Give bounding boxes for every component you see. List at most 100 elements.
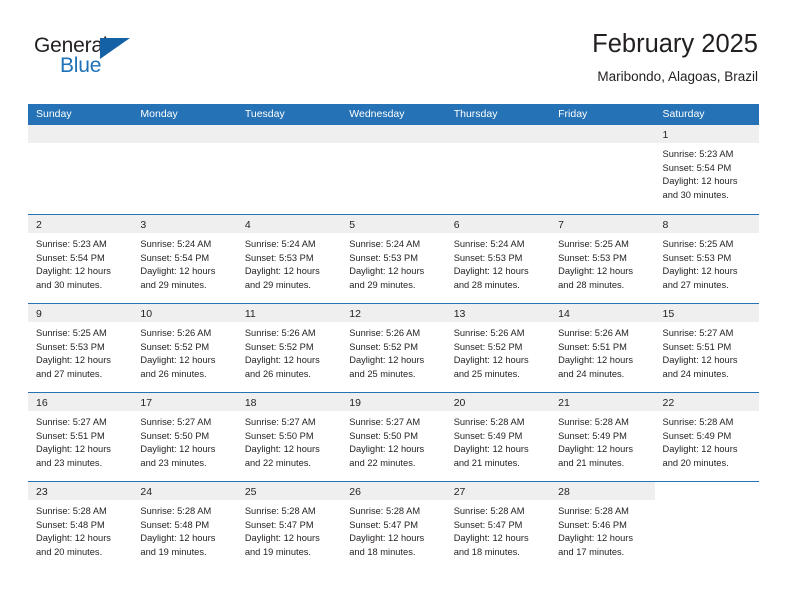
sunset-text: Sunset: 5:46 PM	[558, 519, 627, 530]
day-cell-2[interactable]: 2 Sunrise: 5:23 AM Sunset: 5:54 PM Daylight…	[28, 215, 133, 303]
day-number-band: 11	[236, 304, 342, 322]
sunrise-text: Sunrise: 5:28 AM	[36, 506, 107, 516]
daylight-text: Daylight: 12 hours	[453, 355, 529, 366]
sunrise-text: Sunrise: 5:25 AM	[662, 239, 734, 249]
day-details: Sunrise: 5:26 AM Sunset: 5:52 PM Daylight:…	[132, 322, 236, 381]
day-number-band	[236, 125, 342, 143]
sunrise-text: Sunrise: 5:28 AM	[662, 417, 734, 427]
day-cell-10[interactable]: 10 Sunrise: 5:26 AM Sunset: 5:52 PM Dayligh…	[132, 304, 237, 392]
day-details: Sunrise: 5:27 AM Sunset: 5:51 PM Daylight:…	[655, 322, 759, 381]
day-cell-empty	[132, 125, 237, 214]
sunset-text: Sunset: 5:53 PM	[349, 252, 418, 263]
day-details: Sunrise: 5:25 AM Sunset: 5:53 PM Daylight:…	[28, 322, 132, 381]
day-cell-3[interactable]: 3 Sunrise: 5:24 AM Sunset: 5:54 PM Daylight…	[132, 215, 237, 303]
day-number: 20	[453, 397, 466, 409]
sunset-text: Sunset: 5:49 PM	[453, 430, 523, 441]
daylight-text-cont: and 29 minutes.	[349, 279, 416, 290]
sunset-text: Sunset: 5:50 PM	[140, 430, 210, 441]
daylight-text-cont: and 17 minutes.	[558, 546, 625, 557]
page-title: February 2025	[592, 30, 758, 58]
day-number-band	[550, 125, 655, 143]
day-number-band: 20	[445, 393, 551, 411]
day-cell-4[interactable]: 4 Sunrise: 5:24 AM Sunset: 5:53 PM Daylight…	[236, 215, 342, 303]
daylight-text-cont: and 22 minutes.	[349, 457, 416, 468]
day-number-band: 14	[550, 304, 655, 322]
daylight-text: Daylight: 12 hours	[244, 266, 320, 277]
day-cell-15[interactable]: 15 Sunrise: 5:27 AM Sunset: 5:51 PM Dayligh…	[654, 304, 759, 392]
day-cell-28[interactable]: 28 Sunrise: 5:28 AM Sunset: 5:46 PM Dayligh…	[550, 482, 655, 570]
calendar-grid: Sunday Monday Tuesday Wednesday Thursday Frid…	[28, 104, 759, 570]
daylight-text: Daylight: 12 hours	[349, 444, 425, 455]
sunrise-text: Sunrise: 5:27 AM	[662, 328, 734, 338]
day-number: 16	[36, 397, 48, 409]
sunrise-text: Sunrise: 5:28 AM	[140, 506, 212, 516]
daylight-text-cont: and 25 minutes.	[349, 368, 416, 379]
day-number-band: 16	[28, 393, 133, 411]
sunset-text: Sunset: 5:47 PM	[244, 519, 314, 530]
daylight-text: Daylight: 12 hours	[36, 355, 111, 366]
day-cell-7[interactable]: 7 Sunrise: 5:25 AM Sunset: 5:53 PM Daylight…	[550, 215, 655, 303]
day-cell-18[interactable]: 18 Sunrise: 5:27 AM Sunset: 5:50 PM Dayligh…	[236, 393, 342, 481]
day-cell-empty	[236, 125, 342, 214]
day-cell-24[interactable]: 24 Sunrise: 5:28 AM Sunset: 5:48 PM Dayligh…	[132, 482, 237, 570]
day-cell-14[interactable]: 14 Sunrise: 5:26 AM Sunset: 5:51 PM Dayligh…	[550, 304, 655, 392]
sunset-text: Sunset: 5:51 PM	[36, 430, 105, 441]
day-cell-8[interactable]: 8 Sunrise: 5:25 AM Sunset: 5:53 PM Daylight…	[654, 215, 759, 303]
day-cell-22[interactable]: 22 Sunrise: 5:28 AM Sunset: 5:49 PM Dayligh…	[654, 393, 759, 481]
day-cell-13[interactable]: 13 Sunrise: 5:26 AM Sunset: 5:52 PM Dayligh…	[445, 304, 551, 392]
day-number-band: 1	[654, 125, 759, 143]
daylight-text: Daylight: 12 hours	[662, 355, 738, 366]
sunset-text: Sunset: 5:54 PM	[36, 252, 105, 263]
day-cell-1[interactable]: 1 Sunrise: 5:23 AM Sunset: 5:54 PM Daylight…	[654, 125, 759, 214]
day-number-band: 24	[132, 482, 237, 500]
day-number-band: 22	[654, 393, 759, 411]
daylight-text: Daylight: 12 hours	[244, 355, 320, 366]
general-blue-logo[interactable]: General Blue	[34, 34, 154, 86]
daylight-text-cont: and 23 minutes.	[140, 457, 207, 468]
day-cell-26[interactable]: 26 Sunrise: 5:28 AM Sunset: 5:47 PM Dayligh…	[341, 482, 446, 570]
day-cell-17[interactable]: 17 Sunrise: 5:27 AM Sunset: 5:50 PM Dayligh…	[132, 393, 237, 481]
day-number: 14	[558, 308, 570, 320]
daylight-text: Daylight: 12 hours	[349, 355, 425, 366]
daylight-text-cont: and 25 minutes.	[453, 368, 520, 379]
sunrise-text: Sunrise: 5:26 AM	[244, 328, 316, 338]
day-details: Sunrise: 5:24 AM Sunset: 5:54 PM Daylight:…	[132, 233, 236, 292]
daylight-text-cont: and 21 minutes.	[453, 457, 520, 468]
day-details: Sunrise: 5:28 AM Sunset: 5:49 PM Daylight:…	[655, 411, 759, 470]
day-number-band: 7	[550, 215, 655, 233]
sunrise-text: Sunrise: 5:27 AM	[36, 417, 107, 427]
sunset-text: Sunset: 5:49 PM	[558, 430, 627, 441]
day-cell-20[interactable]: 20 Sunrise: 5:28 AM Sunset: 5:49 PM Dayligh…	[445, 393, 551, 481]
day-number: 9	[36, 308, 42, 320]
day-number-band: 5	[341, 215, 446, 233]
day-cell-16[interactable]: 16 Sunrise: 5:27 AM Sunset: 5:51 PM Dayligh…	[28, 393, 133, 481]
day-cell-27[interactable]: 27 Sunrise: 5:28 AM Sunset: 5:47 PM Dayligh…	[445, 482, 551, 570]
sunset-text: Sunset: 5:52 PM	[140, 341, 210, 352]
day-cell-6[interactable]: 6 Sunrise: 5:24 AM Sunset: 5:53 PM Daylight…	[445, 215, 551, 303]
day-cell-9[interactable]: 9 Sunrise: 5:25 AM Sunset: 5:53 PM Daylight…	[28, 304, 133, 392]
day-details: Sunrise: 5:26 AM Sunset: 5:52 PM Daylight:…	[341, 322, 445, 381]
daylight-text: Daylight: 12 hours	[244, 444, 320, 455]
day-cell-23[interactable]: 23 Sunrise: 5:28 AM Sunset: 5:48 PM Dayligh…	[28, 482, 133, 570]
logo-text-blue: Blue	[60, 54, 102, 77]
day-cell-12[interactable]: 12 Sunrise: 5:26 AM Sunset: 5:52 PM Dayligh…	[341, 304, 446, 392]
daylight-text: Daylight: 12 hours	[349, 533, 425, 544]
calendar-week-row: 2 Sunrise: 5:23 AM Sunset: 5:54 PM Daylight…	[28, 214, 759, 303]
day-cell-19[interactable]: 19 Sunrise: 5:27 AM Sunset: 5:50 PM Dayligh…	[341, 393, 446, 481]
day-number: 3	[140, 219, 147, 231]
day-number-band	[655, 482, 759, 500]
day-details: Sunrise: 5:28 AM Sunset: 5:47 PM Daylight:…	[341, 500, 445, 559]
day-details: Sunrise: 5:26 AM Sunset: 5:52 PM Daylight:…	[446, 322, 550, 381]
day-cell-21[interactable]: 21 Sunrise: 5:28 AM Sunset: 5:49 PM Dayligh…	[550, 393, 655, 481]
daylight-text-cont: and 19 minutes.	[244, 546, 311, 557]
sunrise-text: Sunrise: 5:24 AM	[349, 239, 421, 249]
day-cell-11[interactable]: 11 Sunrise: 5:26 AM Sunset: 5:52 PM Dayligh…	[236, 304, 342, 392]
calendar-week-row: 9 Sunrise: 5:25 AM Sunset: 5:53 PM Daylight…	[28, 303, 759, 392]
day-cell-empty	[341, 125, 446, 214]
day-cell-25[interactable]: 25 Sunrise: 5:28 AM Sunset: 5:47 PM Dayligh…	[236, 482, 342, 570]
day-cell-5[interactable]: 5 Sunrise: 5:24 AM Sunset: 5:53 PM Daylight…	[341, 215, 446, 303]
day-details: Sunrise: 5:23 AM Sunset: 5:54 PM Daylight:…	[28, 233, 132, 292]
sunrise-text: Sunrise: 5:24 AM	[140, 239, 212, 249]
sunrise-text: Sunrise: 5:26 AM	[140, 328, 212, 338]
daylight-text: Daylight: 12 hours	[140, 533, 216, 544]
